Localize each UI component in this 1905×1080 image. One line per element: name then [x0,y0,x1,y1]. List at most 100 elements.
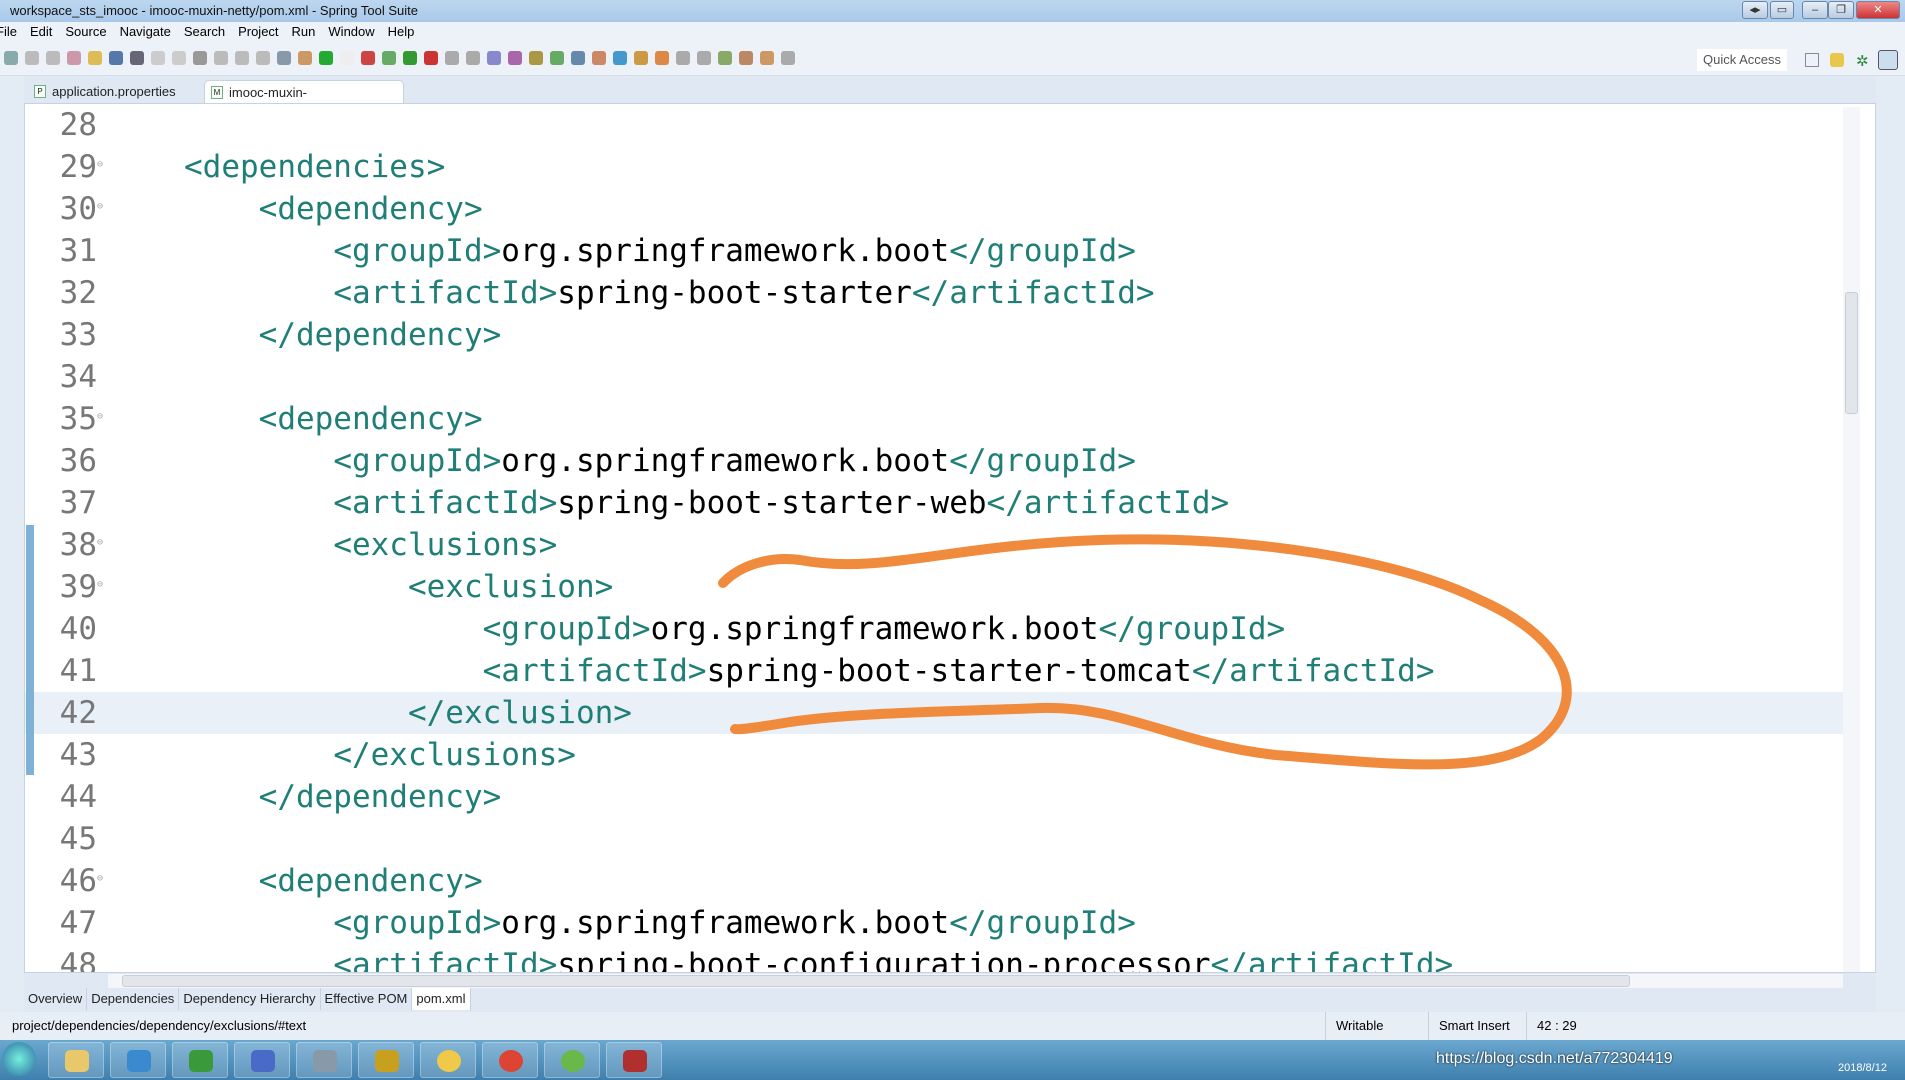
menu-run[interactable]: Run [292,24,316,39]
code-line[interactable]: 43 </exclusions> [25,734,1845,776]
taskbar-app-9[interactable] [544,1042,600,1078]
toolbar-icon-3[interactable] [46,51,60,65]
toolbar-icon-33[interactable] [676,51,690,65]
toolbar-icon-18[interactable] [361,51,375,65]
start-button[interactable] [2,1042,36,1076]
debug-perspective-icon[interactable]: ✲ [1856,52,1869,70]
horizontal-scrollbar-thumb[interactable] [122,975,1630,987]
toolbar-icon-13[interactable] [256,51,270,65]
page-tab-dependencies[interactable]: Dependencies [87,988,180,1010]
taskbar-app-5[interactable] [296,1042,352,1078]
menu-file[interactable]: File [0,24,17,39]
vertical-scrollbar-thumb[interactable] [1845,292,1858,414]
menu-edit[interactable]: Edit [30,24,52,39]
taskbar-app-7[interactable] [420,1042,476,1078]
toolbar-icon-26[interactable] [529,51,543,65]
menu-navigate[interactable]: Navigate [120,24,171,39]
menu-help[interactable]: Help [388,24,415,39]
code-line[interactable]: 38 ⊖ <exclusions> [25,524,1845,566]
toolbar-icon-37[interactable] [760,51,774,65]
vertical-scrollbar[interactable] [1843,107,1860,972]
toolbar-icon-19[interactable] [382,51,396,65]
toolbar-icon-12[interactable] [235,51,249,65]
toolbar-icon-28[interactable] [571,51,585,65]
code-line[interactable]: 39 ⊖ <exclusion> [25,566,1845,608]
quick-access-input[interactable]: Quick Access [1697,49,1787,71]
code-line[interactable]: 41 <artifactId>spring-boot-starter-tomca… [25,650,1845,692]
toolbar-icon-7[interactable] [130,51,144,65]
code-line[interactable]: 28 [25,104,1845,146]
code-line[interactable]: 40 <groupId>org.springframework.boot</gr… [25,608,1845,650]
toolbar-icon-2[interactable] [25,51,39,65]
spring-perspective-icon[interactable] [1830,53,1844,67]
toolbar-icon-4[interactable] [67,51,81,65]
window-extra-button-2[interactable]: ▭ [1770,1,1794,19]
toolbar-icon-24[interactable] [487,51,501,65]
toolbar-icon-10[interactable] [193,51,207,65]
toolbar-icon-31[interactable] [634,51,648,65]
toolbar-icon-21[interactable] [424,51,438,65]
toolbar-icon-25[interactable] [508,51,522,65]
toolbar-icon-30[interactable] [613,51,627,65]
window-extra-button[interactable]: ◂▸ [1742,1,1768,19]
code-line[interactable]: 30 ⊖ <dependency> [25,188,1845,230]
toolbar-icon-8[interactable] [151,51,165,65]
toolbar-icon-20[interactable] [403,51,417,65]
code-line[interactable]: 46 ⊖ <dependency> [25,860,1845,902]
code-line[interactable]: 42 </exclusion> [25,692,1845,734]
page-tab-dependency-hierarchy[interactable]: Dependency Hierarchy [179,988,321,1010]
toolbar-icon-9[interactable] [172,51,186,65]
toolbar-icon-6[interactable] [109,51,123,65]
toolbar-icon-27[interactable] [550,51,564,65]
fold-toggle-icon[interactable]: ⊖ [97,160,103,170]
taskbar-app-3[interactable] [172,1042,228,1078]
toolbar-icon-22[interactable] [445,51,459,65]
code-line[interactable]: 29 ⊖ <dependencies> [25,146,1845,188]
toolbar-icon-34[interactable] [697,51,711,65]
taskbar-app-6[interactable] [358,1042,414,1078]
fold-toggle-icon[interactable]: ⊖ [97,874,103,884]
minimize-button[interactable]: – [1802,1,1828,19]
page-tab-overview[interactable]: Overview [24,988,88,1010]
close-window-button[interactable]: ✕ [1856,1,1900,19]
toolbar-icon-11[interactable] [214,51,228,65]
toolbar-icon-14[interactable] [277,51,291,65]
code-line[interactable]: 31 <groupId>org.springframework.boot</gr… [25,230,1845,272]
code-line[interactable]: 45 [25,818,1845,860]
toolbar-icon-15[interactable] [298,51,312,65]
fold-toggle-icon[interactable]: ⊖ [97,412,103,422]
menu-project[interactable]: Project [238,24,278,39]
toolbar-icon-36[interactable] [739,51,753,65]
taskbar-app-4[interactable] [234,1042,290,1078]
menu-window[interactable]: Window [328,24,374,39]
taskbar-app-1[interactable] [48,1042,104,1078]
code-line[interactable]: 35 ⊖ <dependency> [25,398,1845,440]
code-line[interactable]: 32 <artifactId>spring-boot-starter</arti… [25,272,1845,314]
toolbar-icon-29[interactable] [592,51,606,65]
toolbar-icon-5[interactable] [88,51,102,65]
code-line[interactable]: 48 <artifactId>spring-boot-configuration… [25,944,1845,972]
taskbar-app-2[interactable] [110,1042,166,1078]
editor-tab-2[interactable]: Mimooc-muxin-netty/pom.xml✕ [204,80,404,123]
menu-source[interactable]: Source [65,24,106,39]
taskbar-app-10[interactable] [606,1042,662,1078]
menu-search[interactable]: Search [184,24,225,39]
maximize-button[interactable]: ❐ [1828,1,1854,19]
code-line[interactable]: 34 [25,356,1845,398]
code-line[interactable]: 33 </dependency> [25,314,1845,356]
page-tab-effective-pom[interactable]: Effective POM [321,988,413,1010]
code-line[interactable]: 36 <groupId>org.springframework.boot</gr… [25,440,1845,482]
code-line[interactable]: 47 <groupId>org.springframework.boot</gr… [25,902,1845,944]
open-perspective-icon[interactable] [1805,53,1819,67]
code-line[interactable]: 44 </dependency> [25,776,1845,818]
java-ee-perspective-icon[interactable] [1878,50,1898,70]
toolbar-icon-32[interactable] [655,51,669,65]
code-editor[interactable]: 28 29 ⊖ <dependencies> 30 ⊖ <dependency> 31 <g… [24,103,1876,973]
toolbar-icon-23[interactable] [466,51,480,65]
taskbar-app-8[interactable] [482,1042,538,1078]
toolbar-icon-16[interactable] [319,51,333,65]
fold-toggle-icon[interactable]: ⊖ [97,580,103,590]
toolbar-icon-35[interactable] [718,51,732,65]
toolbar-icon-1[interactable] [4,51,18,65]
toolbar-icon-38[interactable] [781,51,795,65]
